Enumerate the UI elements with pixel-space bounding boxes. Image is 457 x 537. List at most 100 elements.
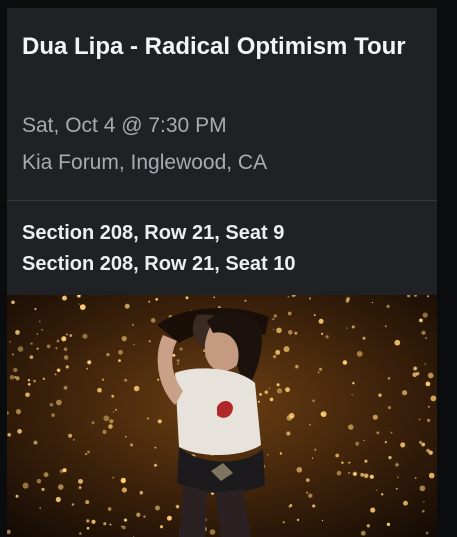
light-dot: [17, 346, 24, 352]
screen-background: Dua Lipa - Radical Optimism Tour Sat, Oc…: [0, 0, 457, 537]
light-dot: [363, 473, 369, 479]
light-dot: [42, 377, 45, 380]
light-dot: [143, 515, 146, 518]
light-dot: [33, 307, 38, 311]
light-dot: [71, 502, 75, 507]
light-dot: [259, 392, 262, 396]
light-dot: [308, 297, 311, 300]
light-dot: [155, 298, 159, 301]
light-dot: [103, 415, 110, 422]
light-dot: [184, 295, 190, 300]
light-dot: [285, 387, 290, 393]
light-dot: [312, 504, 316, 508]
light-dot: [268, 387, 271, 389]
light-dot: [345, 326, 349, 330]
light-dot: [176, 358, 181, 363]
light-dot: [428, 472, 435, 479]
light-dot: [48, 402, 54, 408]
light-dot: [78, 531, 83, 536]
light-dot: [11, 353, 14, 356]
light-dot: [363, 459, 369, 464]
light-dot: [124, 378, 128, 382]
light-dot: [313, 448, 317, 452]
light-dot: [15, 330, 20, 335]
light-dot: [106, 352, 110, 357]
light-dot: [321, 332, 324, 335]
light-dot: [179, 347, 183, 351]
light-dot: [209, 529, 216, 535]
seat-list: Section 208, Row 21, Seat 9 Section 208,…: [22, 218, 295, 280]
light-dot: [352, 471, 358, 477]
light-dot: [421, 330, 426, 335]
light-dot: [293, 331, 298, 336]
light-dot: [131, 323, 135, 326]
light-dot: [56, 339, 60, 343]
light-dot: [400, 442, 406, 448]
light-dot: [56, 368, 61, 372]
light-dot: [153, 463, 158, 468]
light-dot: [150, 318, 156, 323]
light-dot: [385, 304, 391, 309]
light-dot: [129, 442, 134, 447]
light-dot: [54, 373, 57, 376]
light-dot: [336, 470, 342, 476]
light-dot: [311, 457, 314, 460]
light-dot: [371, 301, 374, 304]
light-dot: [14, 376, 17, 379]
light-dot: [263, 389, 269, 395]
light-dot: [342, 360, 348, 365]
light-dot: [85, 500, 90, 505]
light-dot: [394, 462, 400, 468]
light-dot: [147, 417, 149, 420]
light-dot: [283, 346, 290, 353]
light-dot: [320, 411, 327, 417]
ticket-card[interactable]: Dua Lipa - Radical Optimism Tour Sat, Oc…: [7, 8, 437, 537]
light-dot: [386, 522, 391, 527]
light-dot: [107, 507, 112, 511]
light-dot: [40, 328, 44, 331]
event-title: Dua Lipa - Radical Optimism Tour: [22, 33, 406, 60]
light-dot: [139, 490, 144, 495]
light-dot: [384, 325, 387, 328]
light-dot: [82, 333, 88, 339]
light-dot: [269, 397, 274, 402]
light-dot: [348, 461, 351, 464]
light-dot: [65, 333, 68, 336]
light-dot: [43, 472, 49, 478]
light-dot: [36, 478, 42, 484]
light-dot: [426, 295, 430, 298]
light-dot: [317, 371, 320, 374]
light-dot: [273, 314, 277, 318]
light-dot: [13, 367, 18, 373]
light-dot: [124, 435, 127, 438]
light-dot: [58, 484, 64, 490]
light-dot: [159, 525, 164, 529]
seat-item: Section 208, Row 21, Seat 9: [22, 222, 285, 244]
light-dot: [108, 424, 113, 429]
light-dot: [118, 349, 123, 355]
light-dot: [39, 507, 42, 510]
light-dot: [11, 300, 15, 304]
light-dot: [395, 487, 398, 490]
light-dot: [22, 482, 29, 489]
light-dot: [360, 530, 366, 536]
light-dot: [380, 492, 384, 496]
light-dot: [414, 476, 417, 480]
light-dot: [157, 419, 162, 424]
event-venue: Kia Forum, Inglewood, CA: [22, 151, 268, 174]
light-dot: [91, 421, 95, 425]
light-dot: [375, 489, 378, 492]
divider: [7, 200, 437, 201]
light-dot: [425, 381, 431, 387]
light-dot: [384, 440, 387, 444]
light-dot: [356, 351, 363, 357]
light-dot: [38, 320, 41, 323]
light-dot: [403, 500, 408, 506]
light-dot: [412, 372, 418, 378]
light-dot: [276, 388, 283, 394]
light-dot: [369, 474, 374, 479]
light-dot: [370, 507, 376, 513]
light-dot: [424, 363, 427, 366]
light-dot: [32, 439, 39, 446]
light-dot: [351, 393, 354, 396]
